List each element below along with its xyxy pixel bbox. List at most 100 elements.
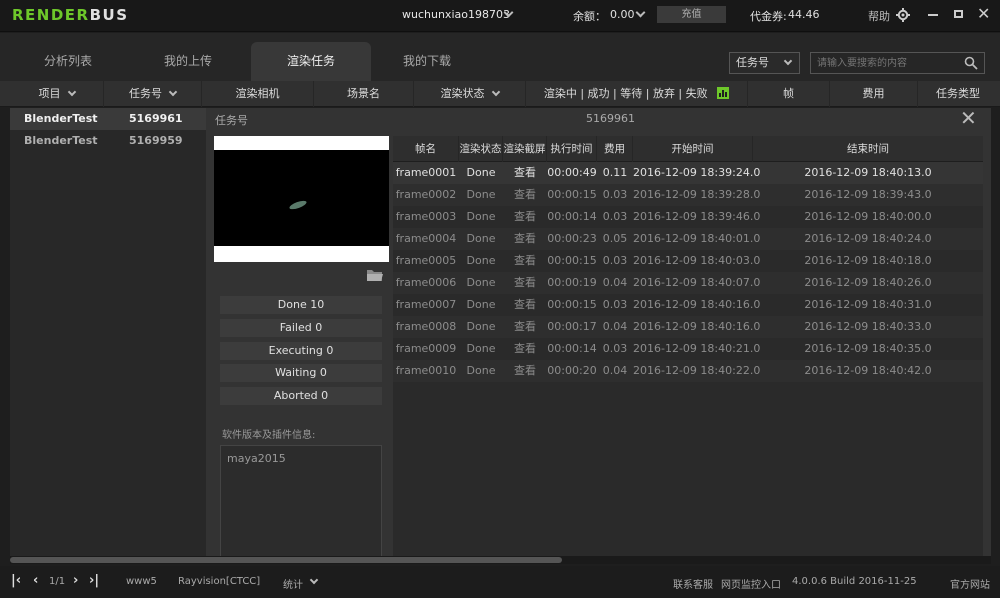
official-site-link[interactable]: 官方网站 (950, 576, 990, 591)
frame-table: 帧名 渲染状态 渲染截屏 执行时间 费用 开始时间 结束时间 frame0001… (393, 136, 983, 560)
page-indicator: 1/1 (49, 576, 66, 587)
close-icon[interactable]: ✕ (960, 108, 977, 128)
frame-col-start[interactable]: 开始时间 (633, 136, 753, 162)
stat-done: Done 10 (220, 296, 382, 314)
maximize-icon[interactable] (954, 10, 963, 18)
frame-end-time: 2016-12-09 18:40:31.0 (804, 298, 932, 311)
prev-page-icon[interactable]: ‹ (33, 574, 38, 588)
chevron-down-icon (783, 56, 793, 66)
column-frames[interactable]: 帧 (748, 81, 830, 107)
frame-start-time: 2016-12-09 18:40:07.0 (633, 276, 761, 289)
view-screenshot-link[interactable]: 查看 (503, 360, 547, 382)
task-row[interactable]: BlenderTest 5169961 (10, 108, 206, 130)
frame-name: frame0010 (395, 364, 457, 377)
folder-icon[interactable] (366, 268, 384, 282)
frame-row[interactable]: frame0005 Done 查看 00:00:15 0.03 2016-12-09 18… (393, 250, 983, 272)
username-label[interactable]: wuchunxiao198703 (402, 8, 510, 21)
task-list: BlenderTest 5169961 BlenderTest 5169959 (10, 108, 206, 560)
column-camera[interactable]: 渲染相机 (202, 81, 314, 107)
column-cost[interactable]: 费用 (830, 81, 918, 107)
frame-row[interactable]: frame0002 Done 查看 00:00:15 0.03 2016-12-09 18… (393, 184, 983, 206)
preview-image (214, 150, 389, 246)
view-screenshot-link[interactable]: 查看 (503, 250, 547, 272)
task-row[interactable]: BlenderTest 5169959 (10, 130, 206, 152)
voucher-value: 44.46 (788, 8, 820, 21)
column-status[interactable]: 渲染状态 (414, 81, 526, 107)
frame-row[interactable]: frame0001 Done 查看 00:00:49 0.11 2016-12-09 18… (393, 162, 983, 184)
column-task-id[interactable]: 任务号 (104, 81, 202, 107)
frame-exec-time: 00:00:19 (547, 276, 597, 289)
column-progress-label: 渲染中 | 成功 | 等待 | 放弃 | 失败 (543, 87, 708, 100)
column-task-id-label: 任务号 (129, 87, 162, 100)
frame-row[interactable]: frame0008 Done 查看 00:00:17 0.04 2016-12-09 18… (393, 316, 983, 338)
next-page-icon[interactable]: › (73, 574, 78, 588)
minimize-icon[interactable] (928, 14, 938, 16)
frame-exec-time: 00:00:17 (547, 320, 597, 333)
column-project[interactable]: 项目 (10, 81, 104, 107)
frame-col-screenshot[interactable]: 渲染截屏 (503, 136, 547, 162)
frame-exec-time: 00:00:20 (547, 364, 597, 377)
frame-name: frame0009 (395, 342, 457, 355)
last-page-icon[interactable]: ›| (89, 574, 99, 588)
recharge-button[interactable]: 充值 (657, 6, 726, 23)
frame-status: Done (466, 254, 496, 267)
frame-col-cost[interactable]: 费用 (597, 136, 633, 162)
frame-row[interactable]: frame0004 Done 查看 00:00:23 0.05 2016-12-09 18… (393, 228, 983, 250)
frame-row[interactable]: frame0010 Done 查看 00:00:20 0.04 2016-12-09 18… (393, 360, 983, 382)
frame-end-time: 2016-12-09 18:40:13.0 (804, 166, 932, 179)
frame-row[interactable]: frame0003 Done 查看 00:00:14 0.03 2016-12-09 18… (393, 206, 983, 228)
close-icon[interactable]: ✕ (977, 6, 990, 22)
frame-start-time: 2016-12-09 18:40:16.0 (633, 320, 761, 333)
web-monitor-link[interactable]: 网页监控入口 (721, 576, 781, 591)
scrollbar-thumb[interactable] (10, 557, 562, 563)
view-screenshot-link[interactable]: 查看 (503, 316, 547, 338)
help-link[interactable]: 帮助 (868, 8, 890, 24)
search-input[interactable] (810, 52, 985, 74)
frame-row[interactable]: frame0009 Done 查看 00:00:14 0.03 2016-12-09 18… (393, 338, 983, 360)
column-status-label: 渲染状态 (440, 87, 485, 100)
frame-cost: 0.03 (602, 298, 628, 311)
software-info-box: maya2015 (220, 445, 382, 560)
column-progress[interactable]: 渲染中 | 成功 | 等待 | 放弃 | 失败 (526, 81, 748, 107)
chart-icon[interactable] (717, 87, 730, 99)
view-screenshot-link[interactable]: 查看 (503, 162, 547, 184)
server-label: www5 (126, 576, 157, 587)
chevron-down-icon[interactable] (635, 7, 646, 18)
column-scene[interactable]: 场景名 (314, 81, 414, 107)
view-screenshot-link[interactable]: 查看 (503, 338, 547, 360)
chevron-down-icon[interactable] (309, 575, 319, 585)
gear-icon[interactable] (896, 8, 910, 22)
frame-start-time: 2016-12-09 18:39:46.0 (633, 210, 761, 223)
version-label: 4.0.0.6 Build 2016-11-25 (792, 576, 917, 587)
tab-render-tasks[interactable]: 渲染任务 (251, 42, 371, 81)
tab-my-uploads[interactable]: 我的上传 (128, 42, 248, 81)
horizontal-scrollbar[interactable] (10, 556, 991, 564)
frame-start-time: 2016-12-09 18:40:01.0 (633, 232, 761, 245)
column-task-type[interactable]: 任务类型 (918, 81, 1000, 107)
tab-analysis-list[interactable]: 分析列表 (8, 42, 128, 81)
search-type-select[interactable]: 任务号 (729, 52, 800, 74)
view-screenshot-link[interactable]: 查看 (503, 206, 547, 228)
first-page-icon[interactable]: |‹ (11, 574, 21, 588)
frame-start-time: 2016-12-09 18:39:28.0 (633, 188, 761, 201)
frame-end-time: 2016-12-09 18:40:18.0 (804, 254, 932, 267)
search-icon[interactable] (964, 56, 978, 70)
frame-table-header: 帧名 渲染状态 渲染截屏 执行时间 费用 开始时间 结束时间 (393, 136, 983, 162)
tab-my-downloads[interactable]: 我的下载 (367, 42, 487, 81)
frame-cost: 0.04 (602, 276, 628, 289)
frame-col-name[interactable]: 帧名 (393, 136, 459, 162)
frame-col-status[interactable]: 渲染状态 (459, 136, 503, 162)
view-screenshot-link[interactable]: 查看 (503, 184, 547, 206)
frame-row[interactable]: frame0007 Done 查看 00:00:15 0.03 2016-12-09 18… (393, 294, 983, 316)
frame-col-end[interactable]: 结束时间 (753, 136, 983, 162)
platform-label: Rayvision[CTCC] (178, 576, 261, 587)
stats-dropdown[interactable]: 统计 (283, 576, 303, 591)
frame-col-exec-time[interactable]: 执行时间 (547, 136, 597, 162)
view-screenshot-link[interactable]: 查看 (503, 294, 547, 316)
view-screenshot-link[interactable]: 查看 (503, 272, 547, 294)
support-link[interactable]: 联系客服 (673, 576, 713, 591)
frame-status: Done (466, 342, 496, 355)
frame-row[interactable]: frame0006 Done 查看 00:00:19 0.04 2016-12-09 18… (393, 272, 983, 294)
view-screenshot-link[interactable]: 查看 (503, 228, 547, 250)
frame-name: frame0004 (395, 232, 457, 245)
